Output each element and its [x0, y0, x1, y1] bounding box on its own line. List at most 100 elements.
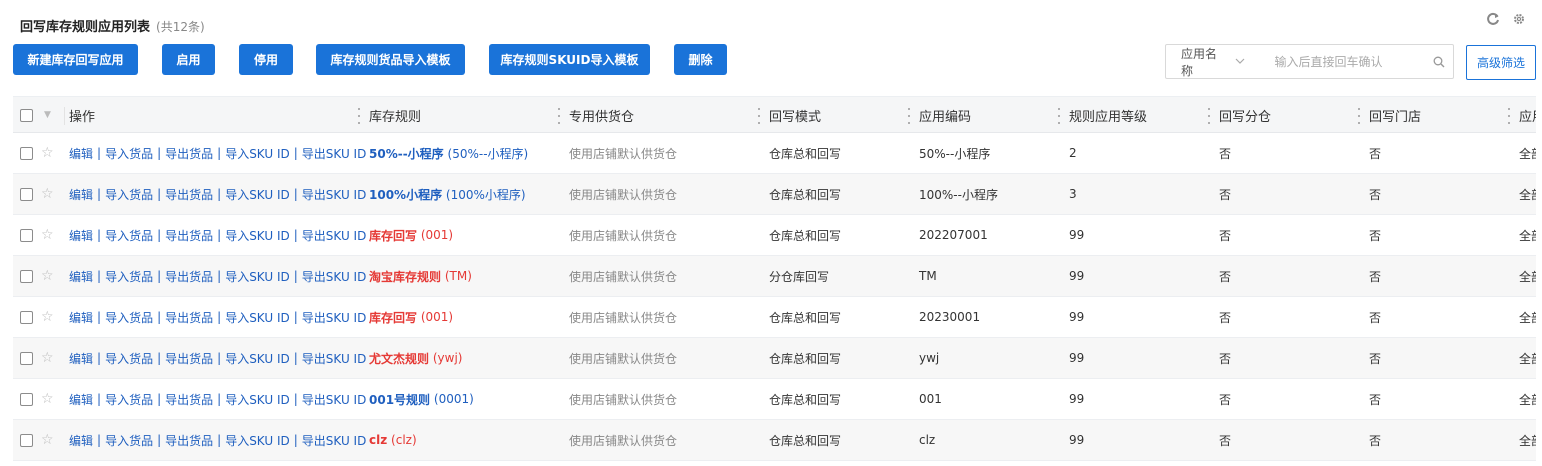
export-skuid-link[interactable]: 导出SKU ID	[302, 268, 367, 285]
level-cell: 3	[1069, 187, 1077, 201]
import-skuid-link[interactable]: 导入SKU ID	[225, 145, 290, 162]
rule-link[interactable]: 尤文杰规则 (ywj)	[369, 338, 462, 378]
separator: |	[157, 187, 162, 201]
export-goods-link[interactable]: 导出货品	[165, 268, 213, 285]
import-goods-link[interactable]: 导入货品	[105, 432, 153, 449]
export-goods-link[interactable]: 导出货品	[165, 391, 213, 408]
edit-link[interactable]: 编辑	[69, 145, 93, 162]
edit-link[interactable]: 编辑	[69, 350, 93, 367]
page-header: 回写库存规则应用列表 (共12条)	[20, 16, 205, 36]
export-goods-link[interactable]: 导出货品	[165, 186, 213, 203]
import-skuid-template-button[interactable]: 库存规则SKUID导入模板	[489, 44, 650, 75]
export-skuid-link[interactable]: 导出SKU ID	[302, 350, 367, 367]
rule-link[interactable]: clz (clz)	[369, 420, 417, 460]
edit-link[interactable]: 编辑	[69, 432, 93, 449]
import-goods-link[interactable]: 导入货品	[105, 145, 153, 162]
advanced-filter-button[interactable]: 高级筛选	[1466, 45, 1536, 80]
rule-name: 淘宝库存规则	[369, 269, 442, 284]
separator: |	[293, 228, 298, 242]
resize-handle[interactable]	[908, 108, 910, 124]
rule-link[interactable]: 100%小程序 (100%小程序)	[369, 174, 526, 214]
star-icon[interactable]: ☆	[41, 174, 54, 214]
export-goods-link[interactable]: 导出货品	[165, 145, 213, 162]
scope-cell: 全部	[1519, 433, 1536, 448]
import-skuid-link[interactable]: 导入SKU ID	[225, 186, 290, 203]
export-skuid-link[interactable]: 导出SKU ID	[302, 432, 367, 449]
edit-link[interactable]: 编辑	[69, 227, 93, 244]
search-input[interactable]	[1244, 54, 1425, 69]
import-goods-link[interactable]: 导入货品	[105, 350, 153, 367]
store-cell: 否	[1369, 310, 1382, 325]
rule-link[interactable]: 库存回写 (001)	[369, 215, 453, 255]
import-skuid-link[interactable]: 导入SKU ID	[225, 432, 290, 449]
resize-handle[interactable]	[1058, 108, 1060, 124]
resize-handle[interactable]	[1358, 108, 1360, 124]
resize-handle[interactable]	[358, 108, 360, 124]
warehouse-cell: 使用店铺默认供货仓	[569, 228, 678, 243]
import-goods-link[interactable]: 导入货品	[105, 227, 153, 244]
import-goods-link[interactable]: 导入货品	[105, 268, 153, 285]
edit-link[interactable]: 编辑	[69, 309, 93, 326]
star-icon[interactable]: ☆	[41, 420, 54, 460]
import-skuid-link[interactable]: 导入SKU ID	[225, 391, 290, 408]
export-skuid-link[interactable]: 导出SKU ID	[302, 186, 367, 203]
export-skuid-link[interactable]: 导出SKU ID	[302, 227, 367, 244]
row-checkbox[interactable]	[20, 379, 33, 419]
search-icon[interactable]	[1425, 56, 1453, 68]
edit-link[interactable]: 编辑	[69, 268, 93, 285]
resize-handle[interactable]	[1508, 108, 1510, 124]
new-rule-app-button[interactable]: 新建库存回写应用	[13, 44, 138, 75]
import-skuid-link[interactable]: 导入SKU ID	[225, 309, 290, 326]
separator: |	[293, 310, 298, 324]
resize-handle[interactable]	[758, 108, 760, 124]
row-checkbox[interactable]	[20, 256, 33, 296]
star-icon[interactable]: ☆	[41, 379, 54, 419]
star-icon[interactable]: ☆	[41, 338, 54, 378]
export-skuid-link[interactable]: 导出SKU ID	[302, 391, 367, 408]
import-goods-link[interactable]: 导入货品	[105, 391, 153, 408]
resize-handle[interactable]	[558, 108, 560, 124]
star-icon[interactable]: ☆	[41, 215, 54, 255]
import-goods-link[interactable]: 导入货品	[105, 186, 153, 203]
edit-link[interactable]: 编辑	[69, 391, 93, 408]
import-goods-template-button[interactable]: 库存规则货品导入模板	[316, 44, 465, 75]
export-skuid-link[interactable]: 导出SKU ID	[302, 145, 367, 162]
separator: |	[157, 269, 162, 283]
export-goods-link[interactable]: 导出货品	[165, 350, 213, 367]
export-skuid-link[interactable]: 导出SKU ID	[302, 309, 367, 326]
select-all-checkbox[interactable]	[20, 97, 33, 133]
row-checkbox[interactable]	[20, 133, 33, 173]
star-icon[interactable]: ☆	[41, 297, 54, 337]
export-goods-link[interactable]: 导出货品	[165, 432, 213, 449]
edit-link[interactable]: 编辑	[69, 186, 93, 203]
gear-icon[interactable]	[1512, 12, 1526, 26]
rule-link[interactable]: 淘宝库存规则 (TM)	[369, 256, 472, 296]
delete-button[interactable]: 删除	[674, 44, 727, 75]
row-checkbox[interactable]	[20, 338, 33, 378]
import-skuid-link[interactable]: 导入SKU ID	[225, 227, 290, 244]
rule-link[interactable]: 50%--小程序 (50%--小程序)	[369, 133, 528, 173]
caret-down-icon[interactable]: ▼	[44, 97, 51, 133]
export-goods-link[interactable]: 导出货品	[165, 309, 213, 326]
row-checkbox[interactable]	[20, 174, 33, 214]
search-field-select[interactable]: 应用名称	[1166, 45, 1245, 79]
export-goods-link[interactable]: 导出货品	[165, 227, 213, 244]
import-skuid-link[interactable]: 导入SKU ID	[225, 350, 290, 367]
row-checkbox[interactable]	[20, 420, 33, 460]
refresh-icon[interactable]	[1486, 12, 1500, 26]
row-checkbox[interactable]	[20, 215, 33, 255]
store-cell: 否	[1369, 146, 1382, 161]
star-icon[interactable]: ☆	[41, 256, 54, 296]
resize-handle[interactable]	[1208, 108, 1210, 124]
row-checkbox[interactable]	[20, 297, 33, 337]
store-cell: 否	[1369, 228, 1382, 243]
import-goods-link[interactable]: 导入货品	[105, 309, 153, 326]
level-cell: 2	[1069, 146, 1077, 160]
disable-button[interactable]: 停用	[239, 44, 293, 75]
separator: |	[293, 146, 298, 160]
enable-button[interactable]: 启用	[162, 44, 215, 75]
rule-link[interactable]: 库存回写 (001)	[369, 297, 453, 337]
import-skuid-link[interactable]: 导入SKU ID	[225, 268, 290, 285]
star-icon[interactable]: ☆	[41, 133, 54, 173]
rule-link[interactable]: 001号规则 (0001)	[369, 379, 474, 419]
